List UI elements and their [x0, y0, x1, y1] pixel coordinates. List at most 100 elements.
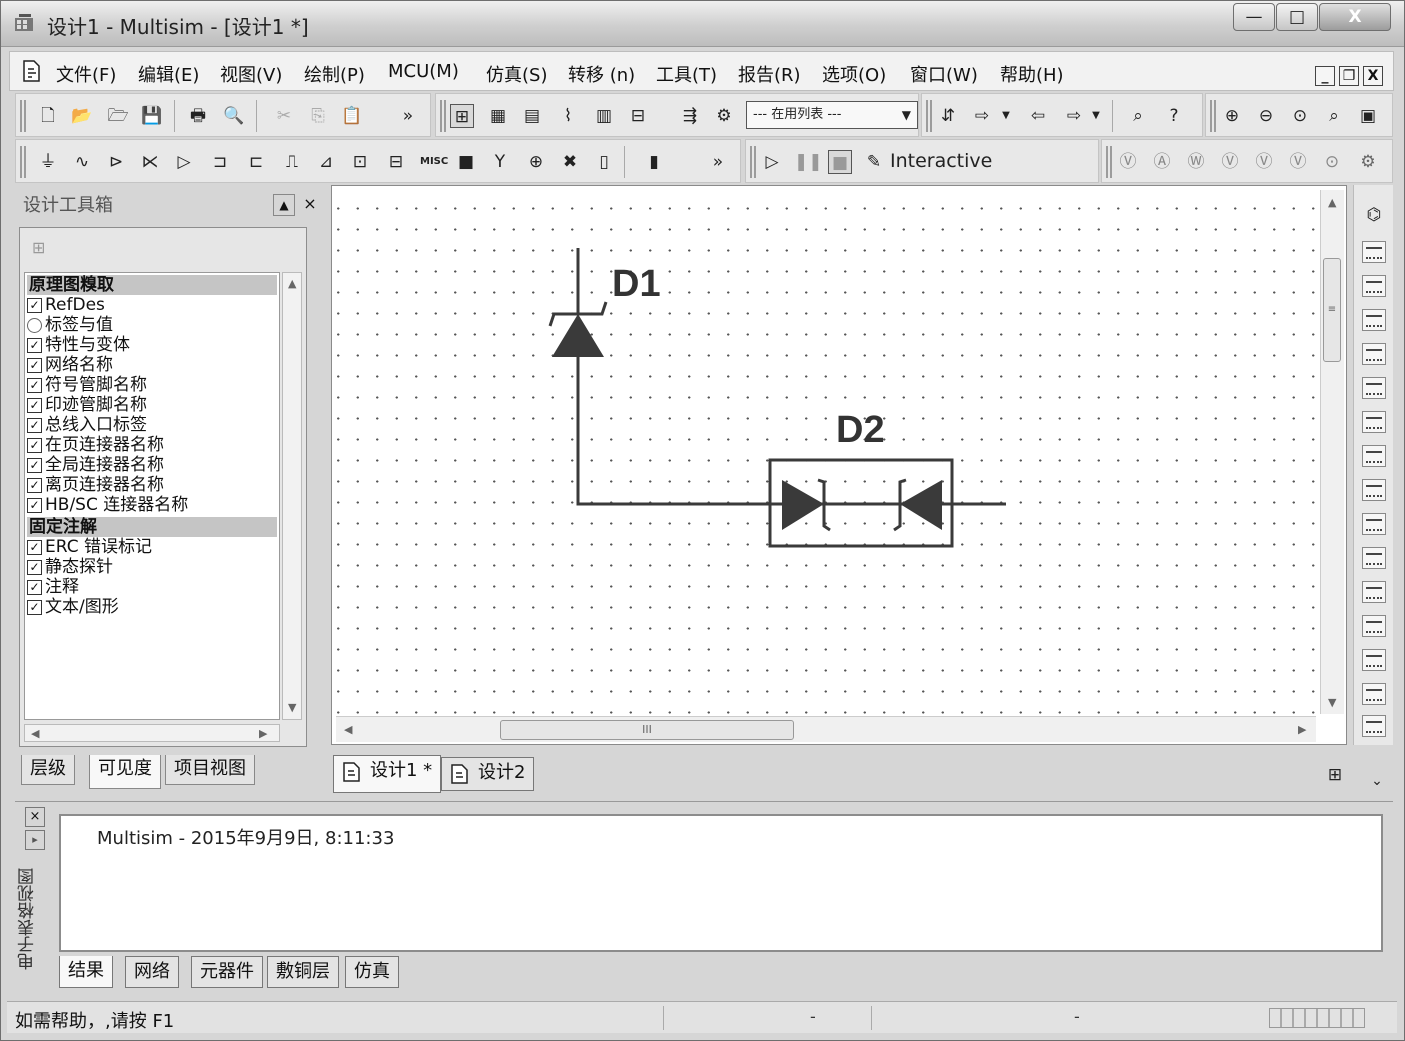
checkbox[interactable] [27, 317, 42, 333]
iv-analyzer-icon[interactable] [1362, 547, 1386, 569]
place-hierarchical-block-icon[interactable]: ▮ [642, 150, 666, 174]
power-probe-icon[interactable]: Ⓦ [1184, 150, 1208, 174]
tree-item[interactable]: ✓ 在页连接器名称 [27, 435, 164, 455]
place-rf-icon[interactable]: Y [488, 150, 512, 174]
spectrum-analyzer-icon[interactable] [1362, 615, 1386, 637]
forward-annotate-icon[interactable]: ⇨ [970, 104, 994, 128]
component-d1[interactable]: D1 [548, 248, 661, 420]
toolbox-pin-button[interactable]: ▲ [273, 194, 295, 216]
stop-icon[interactable]: ■ [828, 150, 852, 174]
agilent-generator-icon[interactable] [1362, 683, 1386, 705]
component-d2[interactable]: D2 [724, 409, 1006, 548]
place-cmos-icon[interactable]: ⊏ [244, 150, 268, 174]
logic-converter-icon[interactable] [1362, 479, 1386, 501]
differential-voltage-probe-icon[interactable]: Ⓥ [1218, 150, 1242, 174]
save-icon[interactable]: 💾 [140, 104, 164, 128]
spreadsheet-pin-button[interactable]: ▸ [25, 830, 45, 850]
checkbox[interactable]: ✓ [27, 297, 42, 313]
place-ttl-icon[interactable]: ⊐ [208, 150, 232, 174]
zoom-in-icon[interactable]: ⊕ [1220, 104, 1244, 128]
place-mcu-icon[interactable]: ⎍ [280, 150, 304, 174]
layout-toggle-icon[interactable]: ⊞ [1323, 763, 1347, 787]
tree-item[interactable]: 标签与值 [27, 315, 113, 335]
checkbox[interactable]: ✓ [27, 539, 42, 555]
place-analog-icon[interactable]: ▷ [172, 150, 196, 174]
menu-options[interactable]: 选项(O) [822, 61, 886, 87]
scroll-left-arrow-icon[interactable]: ◀ [344, 723, 352, 736]
title-bar[interactable]: 设计1 - Multisim - [设计1 *] — □ X [1, 1, 1404, 47]
in-use-list-dropdown[interactable]: --- 在用列表 --- ▼ [746, 101, 918, 129]
cut-icon[interactable]: ✂ [272, 104, 296, 128]
scroll-down-arrow-icon[interactable]: ▼ [288, 701, 296, 714]
pause-icon[interactable]: ❚❚ [794, 150, 823, 174]
toolbar-overflow-chevron[interactable]: » [706, 150, 730, 174]
open-folder-icon[interactable]: 🗁 [106, 104, 130, 128]
place-transistor-icon[interactable]: ⋉ [138, 150, 162, 174]
zoom-out-icon[interactable]: ⊖ [1254, 104, 1278, 128]
mdi-minimize-button[interactable]: _ [1315, 66, 1335, 86]
menu-file[interactable]: 文件(F) [56, 61, 116, 87]
voltage-probe-icon[interactable]: Ⓥ [1116, 150, 1140, 174]
place-indicator-icon[interactable]: ⊡ [348, 150, 372, 174]
tree-item[interactable]: ✓ RefDes [27, 295, 105, 315]
interactive-probe-icon[interactable]: ✎ [862, 150, 886, 174]
open-file-icon[interactable]: 📂 [70, 104, 94, 128]
d1-refdes-label[interactable]: D1 [612, 263, 661, 305]
maximize-button[interactable]: □ [1276, 3, 1318, 31]
function-generator-icon[interactable] [1362, 241, 1386, 263]
tree-item[interactable]: ✓ 特性与变体 [27, 335, 130, 355]
place-diode-icon[interactable]: ⊳ [104, 150, 128, 174]
distortion-analyzer-icon[interactable] [1362, 581, 1386, 603]
horizontal-scroll-thumb[interactable]: III [500, 720, 794, 740]
network-analyzer-icon[interactable] [1362, 649, 1386, 671]
tree-group-header[interactable]: 固定注解 [27, 517, 277, 537]
grid-view-icon[interactable]: ▦ [486, 104, 510, 128]
toolbar-grip[interactable] [1210, 100, 1216, 132]
tree-item[interactable]: ✓ 符号管脚名称 [27, 375, 147, 395]
transfer-icon[interactable]: ⇨ [1062, 104, 1086, 128]
menu-edit[interactable]: 编辑(E) [138, 61, 199, 87]
print-preview-icon[interactable]: 🔍 [222, 104, 246, 128]
spreadsheet-close-button[interactable]: × [25, 807, 45, 827]
menu-mcu[interactable]: MCU(M) [388, 61, 459, 82]
chevron-down-icon[interactable]: ⌄ [1365, 769, 1389, 793]
annotate-icon[interactable]: ⇵ [936, 104, 960, 128]
logic-analyzer-icon[interactable] [1362, 513, 1386, 535]
checkbox[interactable]: ✓ [27, 497, 42, 513]
menu-simulate[interactable]: 仿真(S) [486, 61, 547, 87]
tab-visibility[interactable]: 可见度 [89, 755, 161, 789]
scroll-up-arrow-icon[interactable]: ▲ [288, 277, 296, 290]
toolbar-grip[interactable] [926, 100, 932, 132]
tab-copper-layers[interactable]: 敷铜层 [267, 956, 339, 988]
tab-components[interactable]: 元器件 [191, 956, 263, 988]
scroll-up-arrow-icon[interactable]: ▲ [1328, 196, 1336, 209]
vertical-scroll-thumb[interactable]: ≡ [1323, 258, 1341, 362]
toolbox-close-button[interactable]: × [299, 194, 321, 216]
tree-item[interactable]: ✓ 全局连接器名称 [27, 455, 164, 475]
multimeter-icon[interactable]: ⌬ [1362, 203, 1386, 227]
place-power-icon[interactable]: ⊟ [384, 150, 408, 174]
scroll-left-arrow-icon[interactable]: ◀ [31, 727, 39, 740]
tree-item[interactable]: ✓ 网络名称 [27, 355, 113, 375]
chevron-down-icon[interactable]: ▼ [1084, 104, 1108, 128]
scroll-right-arrow-icon[interactable]: ▶ [1298, 723, 1306, 736]
toolbar-grip[interactable] [20, 100, 26, 132]
grapher-icon[interactable]: ⌇ [556, 104, 580, 128]
digital-probe-icon[interactable]: ⊙ [1320, 150, 1344, 174]
word-generator-icon[interactable] [1362, 445, 1386, 467]
checkbox[interactable]: ✓ [27, 437, 42, 453]
tree-item[interactable]: ✓ HB/SC 连接器名称 [27, 495, 188, 515]
print-icon[interactable]: 🖶 [186, 104, 210, 128]
search-icon[interactable]: ⌕ [1126, 104, 1150, 128]
place-advanced-peripherals-icon[interactable]: ■ [454, 150, 478, 174]
help-icon[interactable]: ? [1162, 104, 1186, 128]
frequency-counter-icon[interactable] [1362, 411, 1386, 433]
tree-item[interactable]: ✓ 总线入口标签 [27, 415, 147, 435]
layer-settings-icon[interactable]: ⊞ [32, 238, 45, 257]
checkbox[interactable]: ✓ [27, 417, 42, 433]
bode-plotter-icon[interactable] [1362, 377, 1386, 399]
zoom-fit-icon[interactable]: ⌕ [1322, 104, 1346, 128]
oscilloscope-icon[interactable] [1362, 309, 1386, 331]
checkbox[interactable]: ✓ [27, 357, 42, 373]
place-source-icon[interactable]: ⏚ [36, 150, 60, 174]
